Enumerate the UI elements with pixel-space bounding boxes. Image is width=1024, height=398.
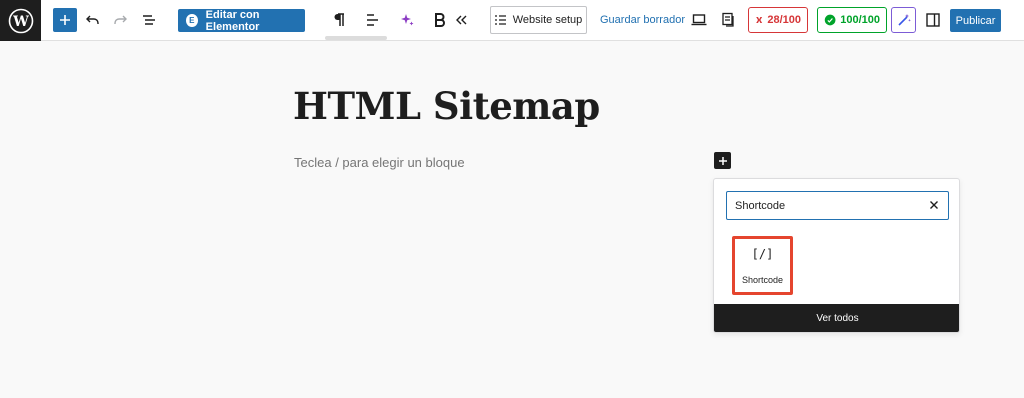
edit-with-elementor-button[interactable]: E Editar con Elementor (178, 8, 305, 33)
settings-sidebar-icon[interactable] (923, 8, 943, 32)
editor-toolbar: W E Editar con Elementor Website setup G… (0, 0, 1024, 41)
view-all-button[interactable]: Ver todos (714, 304, 959, 332)
magic-wand-button[interactable] (891, 7, 916, 33)
add-block-button[interactable] (53, 8, 77, 32)
post-title[interactable]: HTML Sitemap (293, 84, 600, 128)
redo-icon[interactable] (110, 8, 130, 32)
wordpress-logo-icon[interactable]: W (0, 0, 41, 41)
view-post-icon[interactable] (718, 8, 738, 32)
save-draft-link[interactable]: Guardar borrador (600, 14, 685, 26)
clear-search-icon[interactable] (928, 199, 940, 211)
elementor-icon: E (186, 14, 198, 27)
bold-icon[interactable] (432, 8, 448, 32)
block-placeholder[interactable]: Teclea / para elegir un bloque (294, 155, 465, 170)
seo-score-button[interactable]: 28/100 (748, 7, 808, 33)
readability-score-button[interactable]: 100/100 (817, 7, 887, 33)
block-search-box (726, 191, 949, 220)
block-inserter-popover: [/] Shortcode Ver todos (713, 178, 960, 333)
seo-score-value: 28/100 (767, 14, 801, 26)
list-icon (494, 15, 506, 25)
toolbar-scroll-indicator (325, 36, 387, 40)
block-search-input[interactable] (735, 199, 915, 212)
readability-score-value: 100/100 (840, 14, 880, 26)
block-result-shortcode[interactable]: [/] Shortcode (732, 236, 793, 295)
svg-text:W: W (12, 14, 29, 30)
seo-score-icon (756, 17, 763, 23)
ai-sparkle-icon[interactable] (397, 8, 417, 32)
website-setup-label: Website setup (512, 14, 583, 26)
preview-device-icon[interactable] (689, 8, 709, 32)
elementor-button-label: Editar con Elementor (205, 8, 260, 33)
plus-icon (718, 156, 727, 165)
magic-wand-icon (897, 14, 911, 26)
website-setup-button[interactable]: Website setup (490, 6, 587, 34)
paragraph-icon[interactable] (330, 8, 348, 32)
publish-button[interactable]: Publicar (950, 9, 1001, 32)
readability-score-icon (824, 14, 836, 26)
undo-icon[interactable] (83, 8, 103, 32)
align-icon[interactable] (363, 8, 381, 32)
shortcode-icon: [/] (751, 247, 774, 261)
collapse-toolbar-icon[interactable] (453, 8, 469, 32)
inline-add-block-button[interactable] (714, 152, 731, 169)
document-overview-icon[interactable] (139, 8, 159, 32)
block-result-label: Shortcode (741, 275, 784, 285)
